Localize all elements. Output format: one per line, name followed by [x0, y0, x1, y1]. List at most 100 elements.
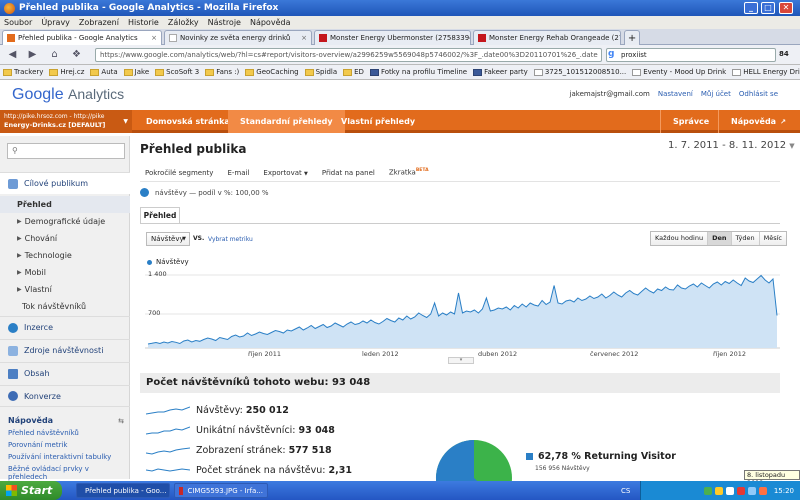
- folder-icon: [155, 68, 165, 76]
- tab-help[interactable]: Nápověda ↗: [718, 110, 798, 133]
- add-to-dashboard-button[interactable]: Přidat na panel: [322, 169, 375, 177]
- account-link[interactable]: Můj účet: [701, 90, 731, 98]
- granularity-day[interactable]: Den: [708, 232, 732, 245]
- advanced-segments-button[interactable]: Pokročilé segmenty: [145, 169, 213, 177]
- conversions-icon: [8, 391, 18, 401]
- sidebar-item-custom[interactable]: ▶ Vlastní: [0, 281, 130, 298]
- expand-triangle-icon: ▶: [17, 269, 22, 276]
- help-link-visitors-overview[interactable]: Přehled návštěvníků: [0, 429, 130, 437]
- browser-tab-novinky[interactable]: Novinky ze světa energy drinků ×: [164, 30, 312, 45]
- search-input[interactable]: proxiist: [606, 48, 776, 62]
- language-indicator[interactable]: CS: [621, 487, 630, 495]
- sidebar-item-technology[interactable]: ▶ Technologie: [0, 247, 130, 264]
- collapse-icon[interactable]: ⇆: [118, 417, 124, 425]
- account-selector[interactable]: http://pike.hrsoz.com - http://pike Ener…: [0, 110, 132, 133]
- tray-icon[interactable]: [736, 486, 745, 495]
- tray-icon[interactable]: [725, 486, 734, 495]
- bookmark-fans[interactable]: Fans :): [205, 68, 239, 76]
- sidebar-search-input[interactable]: ⚲: [7, 143, 125, 159]
- sidebar-item-visitors-flow[interactable]: Tok návštěvníků: [0, 298, 130, 315]
- tray-icon[interactable]: [703, 486, 712, 495]
- settings-link[interactable]: Nastavení: [658, 90, 693, 98]
- address-bar[interactable]: https://www.google.com/analytics/web/?hl…: [95, 48, 602, 62]
- sidebar-item-conversions[interactable]: Konverze: [0, 385, 130, 407]
- minimize-button[interactable]: _: [744, 2, 758, 14]
- browser-tab-analytics[interactable]: Přehled publika - Google Analytics ×: [2, 30, 162, 45]
- tray-icon[interactable]: [714, 486, 723, 495]
- metric-dropdown[interactable]: Návštěvy ▼: [146, 232, 190, 246]
- tray-icon[interactable]: [747, 486, 756, 495]
- segment-row: návštěvy — podíl v %: 100,00 %: [140, 188, 269, 197]
- close-tab-icon[interactable]: ×: [298, 34, 307, 42]
- sidebar-item-demographics[interactable]: ▶ Demografické údaje: [0, 213, 130, 230]
- date-range-picker[interactable]: 1. 7. 2011 - 8. 11. 2012 ▼: [668, 140, 795, 151]
- facebook-icon: [369, 68, 379, 76]
- maximize-button[interactable]: □: [761, 2, 775, 14]
- bookmark-fakeer[interactable]: Fakeer party: [473, 68, 528, 76]
- menu-file[interactable]: Soubor: [4, 18, 32, 27]
- bookmark-geocaching[interactable]: GeoCaching: [245, 68, 299, 76]
- tray-icon[interactable]: [758, 486, 767, 495]
- bookmark-fotky[interactable]: Fotky na profilu Timeline: [369, 68, 467, 76]
- addon-icon[interactable]: ❖: [70, 49, 83, 61]
- close-button[interactable]: ✕: [779, 2, 793, 14]
- bookmark-hrej[interactable]: Hrej.cz: [49, 68, 84, 76]
- shortcut-button[interactable]: ZkratkaBETA: [389, 168, 429, 176]
- start-button[interactable]: Start: [0, 481, 62, 500]
- forward-arrow-icon[interactable]: ▶: [26, 49, 39, 61]
- sidebar-item-audience[interactable]: Cílové publikum: [0, 172, 130, 194]
- tab-home[interactable]: Domovská stránka: [134, 110, 242, 133]
- task-firefox[interactable]: Přehled publika - Goo...: [76, 483, 170, 498]
- export-button[interactable]: Exportovat ▼: [263, 169, 307, 177]
- browser-tab-rehab[interactable]: Monster Energy Rehab Orangeade (2758... …: [473, 30, 621, 45]
- new-tab-button[interactable]: +: [624, 30, 640, 45]
- home-icon[interactable]: ⌂: [48, 49, 61, 61]
- stat-pageviews: Zobrazení stránek: 577 518: [146, 440, 332, 460]
- task-irfanview[interactable]: CIMG5593.JPG - Irfa...: [174, 483, 268, 498]
- bookmark-auta[interactable]: Auta: [90, 68, 118, 76]
- google-analytics-logo[interactable]: Google Analytics: [12, 86, 124, 104]
- browser-tab-ubermonster[interactable]: Monster Energy Ubermonster (27583394... …: [314, 30, 471, 45]
- help-link-compare-metrics[interactable]: Porovnání metrik: [0, 441, 130, 449]
- legend-swatch: [526, 453, 533, 460]
- granularity-month[interactable]: Měsíc: [759, 232, 786, 245]
- select-metric-link[interactable]: Vybrat metriku: [208, 236, 253, 243]
- bookmark-spidla[interactable]: Spidla: [304, 68, 337, 76]
- expand-triangle-icon: ▶: [17, 218, 22, 225]
- bookmark-trackery[interactable]: Trackery: [3, 68, 43, 76]
- menu-history[interactable]: Historie: [128, 18, 159, 27]
- tab-overview[interactable]: Přehled: [140, 207, 180, 224]
- bookmark-eventy[interactable]: Eventy - Mood Up Drink: [632, 68, 726, 76]
- tab-custom-reports[interactable]: Vlastní přehledy: [329, 110, 427, 133]
- granularity-week[interactable]: Týden: [731, 232, 760, 245]
- tab-admin[interactable]: Správce: [660, 110, 721, 133]
- bookmark-3725[interactable]: 3725_101512008510...: [533, 68, 626, 76]
- chart-legend: Návštěvy: [147, 258, 189, 266]
- menu-view[interactable]: Zobrazení: [79, 18, 119, 27]
- sidebar-item-traffic-sources[interactable]: Zdroje návštěvnosti: [0, 339, 130, 361]
- sidebar-item-overview[interactable]: Přehled: [0, 196, 130, 213]
- logout-link[interactable]: Odhlásit se: [739, 90, 778, 98]
- page-icon: [533, 68, 543, 76]
- close-tab-icon[interactable]: ×: [148, 34, 157, 42]
- menu-tools[interactable]: Nástroje: [208, 18, 241, 27]
- tab-standard-reports[interactable]: Standardní přehledy: [228, 110, 345, 133]
- bookmark-jake[interactable]: Jake: [123, 68, 149, 76]
- bookmark-hell[interactable]: HELL Energy Drink Kaz...: [732, 68, 800, 76]
- sidebar-item-mobile[interactable]: ▶ Mobil: [0, 264, 130, 281]
- menu-help[interactable]: Nápověda: [250, 18, 291, 27]
- sidebar-item-behavior[interactable]: ▶ Chování: [0, 230, 130, 247]
- help-link-report-controls[interactable]: Běžné ovládací prvky v přehledech: [0, 465, 130, 481]
- sidebar-item-content[interactable]: Obsah: [0, 362, 130, 384]
- sidebar-item-advertising[interactable]: Inzerce: [0, 316, 130, 338]
- chart-resize-handle[interactable]: ▾: [448, 357, 474, 364]
- back-arrow-icon[interactable]: ◀: [6, 49, 19, 61]
- help-link-interactive-table[interactable]: Používání interaktivní tabulky: [0, 453, 130, 461]
- menu-bookmarks[interactable]: Záložky: [168, 18, 199, 27]
- bookmark-ed[interactable]: ED: [343, 68, 364, 76]
- returning-visitor-pie: [435, 440, 512, 484]
- email-button[interactable]: E-mail: [227, 169, 249, 177]
- bookmark-scosoft[interactable]: ScoSoft 3: [155, 68, 199, 76]
- menu-edit[interactable]: Úpravy: [41, 18, 70, 27]
- granularity-hourly[interactable]: Každou hodinu: [651, 232, 709, 245]
